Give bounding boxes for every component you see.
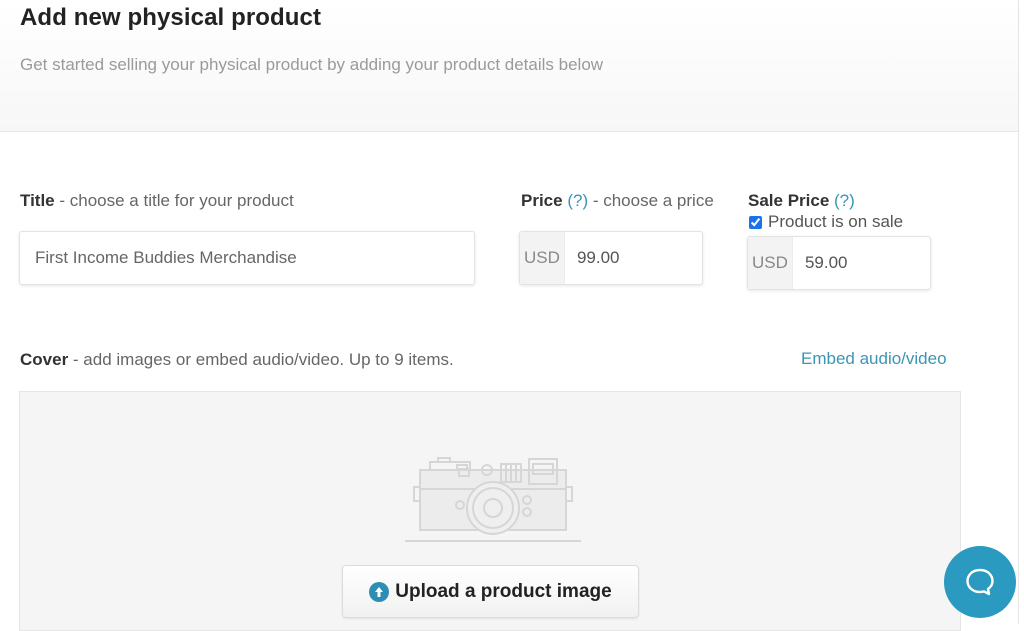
price-label: Price (?) - choose a price bbox=[521, 191, 714, 211]
sale-price-label-bold: Sale Price bbox=[748, 191, 830, 210]
sale-price-input[interactable] bbox=[792, 237, 930, 289]
cover-label: Cover - add images or embed audio/video.… bbox=[20, 350, 454, 370]
price-input[interactable] bbox=[564, 232, 702, 284]
page-subtitle: Get started selling your physical produc… bbox=[20, 55, 604, 74]
title-label-bold: Title bbox=[20, 191, 55, 210]
on-sale-checkbox-label[interactable]: Product is on sale bbox=[768, 212, 903, 232]
title-input[interactable] bbox=[20, 232, 474, 284]
title-field[interactable] bbox=[19, 231, 475, 285]
sale-price-field[interactable]: USD bbox=[747, 236, 931, 290]
price-help-link[interactable]: (?) bbox=[567, 191, 588, 210]
sale-price-help-link[interactable]: (?) bbox=[834, 191, 855, 210]
upload-button-label: Upload a product image bbox=[395, 580, 612, 602]
on-sale-checkbox[interactable] bbox=[749, 215, 762, 229]
title-label: Title - choose a title for your product bbox=[20, 191, 294, 211]
cover-label-bold: Cover bbox=[20, 350, 69, 369]
price-label-bold: Price bbox=[521, 191, 563, 210]
chat-button[interactable] bbox=[944, 546, 1016, 618]
embed-audio-video-link[interactable]: Embed audio/video bbox=[801, 349, 947, 369]
cover-dropzone[interactable]: Upload a product image bbox=[19, 391, 961, 631]
scrollbar-track[interactable] bbox=[1018, 0, 1019, 624]
price-currency: USD bbox=[520, 232, 565, 284]
chat-bubble-icon bbox=[966, 568, 994, 596]
camera-icon bbox=[405, 457, 581, 542]
cover-label-hint: - add images or embed audio/video. Up to… bbox=[68, 350, 454, 369]
upload-arrow-icon bbox=[369, 581, 390, 602]
on-sale-checkbox-row[interactable]: Product is on sale bbox=[748, 212, 903, 232]
page-title: Add new physical product bbox=[20, 4, 322, 31]
sale-price-currency: USD bbox=[748, 237, 793, 289]
price-label-hint: - choose a price bbox=[588, 191, 714, 210]
price-field[interactable]: USD bbox=[519, 231, 703, 285]
sale-price-label: Sale Price (?) bbox=[748, 191, 855, 211]
title-label-hint: - choose a title for your product bbox=[54, 191, 294, 210]
page-header: Add new physical product Get started sel… bbox=[0, 0, 1018, 132]
upload-product-image-button[interactable]: Upload a product image bbox=[342, 565, 639, 618]
